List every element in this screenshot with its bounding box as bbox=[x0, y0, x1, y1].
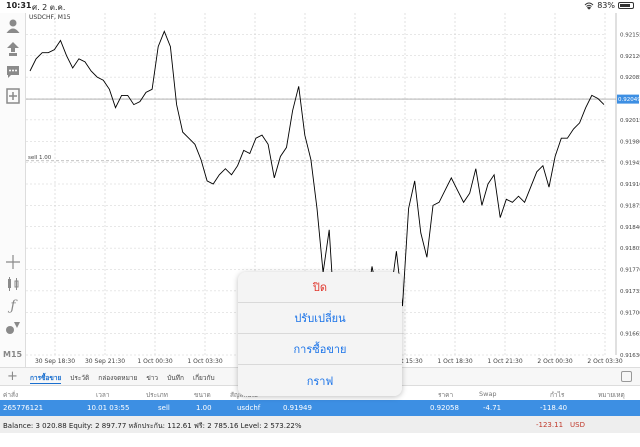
y-tick-label: 0.91945 bbox=[620, 161, 640, 167]
y-tick-label: 0.91700 bbox=[620, 310, 640, 316]
col-ticket: ค่าสั่ง bbox=[3, 391, 19, 399]
x-tick-label: 1 Oct 18:30 bbox=[437, 358, 472, 365]
y-tick-label: 0.91875 bbox=[620, 203, 640, 209]
tab-journal[interactable]: บันทึก bbox=[167, 373, 184, 384]
y-tick-label: 0.91910 bbox=[620, 182, 640, 188]
y-tick-label: 0.92120 bbox=[620, 54, 640, 60]
col-time: เวลา bbox=[96, 391, 110, 399]
trade-arrows-icon[interactable] bbox=[4, 40, 22, 58]
status-bar: 10:31 ศ. 2 ต.ค. 83% bbox=[0, 0, 640, 13]
modify-position-button[interactable]: ปรับเปลี่ยน bbox=[238, 303, 402, 334]
status-time: 10:31 bbox=[6, 1, 32, 10]
new-order-button[interactable]: + bbox=[7, 369, 18, 384]
objects-icon[interactable] bbox=[4, 319, 22, 337]
function-icon[interactable]: ƒ bbox=[4, 297, 22, 315]
y-tick-label: 0.91665 bbox=[620, 332, 640, 338]
x-tick-label: 1 Oct 21:30 bbox=[487, 358, 522, 365]
wifi-icon bbox=[584, 2, 594, 10]
col-comment: หมายเหตุ bbox=[598, 391, 625, 399]
total-profit: -123.11 bbox=[536, 421, 564, 429]
col-type: ประเภท bbox=[146, 391, 168, 399]
battery-percent: 83% bbox=[597, 1, 615, 10]
y-tick-label: 0.91630 bbox=[620, 353, 640, 359]
y-tick-label: 0.91735 bbox=[620, 289, 640, 295]
position-profit: -118.40 bbox=[540, 404, 568, 412]
x-tick-label: 1 Oct 03:30 bbox=[187, 358, 222, 365]
chat-icon[interactable] bbox=[4, 63, 22, 81]
battery-icon bbox=[618, 2, 634, 9]
position-open-price: 0.91949 bbox=[283, 404, 312, 412]
tab-mailbox[interactable]: กล่องจดหมาย bbox=[98, 373, 137, 384]
y-tick-label: 0.91980 bbox=[620, 139, 640, 145]
trade-button[interactable]: การซื้อขาย bbox=[238, 334, 402, 365]
position-ticket: 265776121 bbox=[3, 404, 44, 412]
col-profit: กำไร bbox=[550, 391, 565, 399]
chart-button[interactable]: กราฟ bbox=[238, 365, 402, 396]
col-price: ราคา bbox=[438, 391, 454, 399]
tab-trade[interactable]: การซื้อขาย bbox=[30, 373, 62, 384]
close-position-button[interactable]: ปิด bbox=[238, 272, 402, 303]
person-icon[interactable] bbox=[4, 17, 22, 35]
left-toolbar: ƒ M15 bbox=[0, 13, 26, 367]
current-price-label: 0.92049 bbox=[618, 97, 640, 103]
chart-symbol-label: USDCHF, M15 bbox=[29, 14, 71, 21]
y-tick-label: 0.91805 bbox=[620, 246, 640, 252]
x-tick-label: 1 Oct 00:30 bbox=[137, 358, 172, 365]
position-volume: 1.00 bbox=[196, 404, 212, 412]
balance-text: Balance: 3 020.88 Equity: 2 897.77 หลักป… bbox=[3, 422, 302, 430]
indicators-icon[interactable] bbox=[4, 275, 22, 293]
position-swap: -4.71 bbox=[483, 404, 502, 412]
timeframe-button[interactable]: M15 bbox=[3, 350, 22, 359]
y-tick-label: 0.92015 bbox=[620, 118, 640, 124]
position-current-price: 0.92058 bbox=[430, 404, 459, 412]
tab-news[interactable]: ข่าว bbox=[146, 373, 158, 384]
action-menu: ปิด ปรับเปลี่ยน การซื้อขาย กราฟ bbox=[238, 272, 402, 396]
y-tick-label: 0.91840 bbox=[620, 225, 640, 231]
col-swap: Swap bbox=[479, 390, 497, 398]
position-symbol: usdchf bbox=[237, 404, 261, 412]
position-time: 10.01 03:55 bbox=[87, 404, 130, 412]
account-summary: Balance: 3 020.88 Equity: 2 897.77 หลักป… bbox=[0, 416, 640, 433]
position-row[interactable]: 265776121 10.01 03:55 sell 1.00 usdchf 0… bbox=[0, 400, 640, 416]
x-tick-label: 2 Oct 00:30 bbox=[537, 358, 572, 365]
expand-icon[interactable] bbox=[621, 371, 632, 382]
add-document-icon[interactable] bbox=[4, 87, 22, 105]
x-tick-label: 30 Sep 21:30 bbox=[85, 358, 125, 365]
col-size: ขนาด bbox=[194, 391, 211, 399]
tab-history[interactable]: ประวัติ bbox=[70, 373, 89, 384]
sell-level-label: sell 1.00 bbox=[28, 155, 52, 161]
crosshair-icon[interactable] bbox=[4, 253, 22, 271]
y-tick-label: 0.92155 bbox=[620, 32, 640, 38]
position-type: sell bbox=[158, 404, 170, 412]
y-tick-label: 0.92085 bbox=[620, 75, 640, 81]
currency-label: USD bbox=[570, 421, 585, 429]
x-tick-label: 2 Oct 03:30 bbox=[587, 358, 622, 365]
tab-about[interactable]: เกี่ยวกับ bbox=[193, 373, 215, 384]
y-tick-label: 0.91770 bbox=[620, 268, 640, 274]
x-tick-label: 30 Sep 18:30 bbox=[35, 358, 75, 365]
